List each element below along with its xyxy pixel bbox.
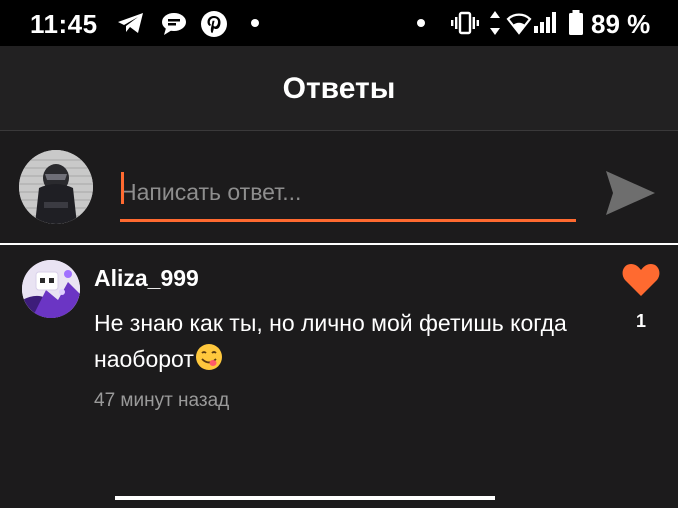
- header: Ответы: [0, 46, 678, 131]
- cut-off-text: [115, 490, 495, 508]
- screen: 11:45 89 % Ответы Написать ответ... Aliz…: [0, 0, 678, 508]
- vibrate-icon: [451, 11, 479, 35]
- like-count: 1: [635, 311, 646, 331]
- avatar[interactable]: [22, 260, 80, 318]
- comment-author[interactable]: Aliza_999: [94, 265, 199, 292]
- chat-bubble-icon: [162, 13, 186, 35]
- reply-input[interactable]: [120, 166, 576, 222]
- data-arrows-icon: [490, 11, 500, 35]
- status-time: 11:45: [30, 9, 98, 39]
- page-title: Ответы: [282, 72, 396, 105]
- heart-icon[interactable]: [621, 262, 661, 298]
- battery-percent: 89 %: [591, 9, 651, 39]
- list-item: Aliza_999 Не знаю как ты, но лично мой ф…: [0, 245, 678, 445]
- notification-dot-icon: [251, 19, 259, 27]
- status-bar: 11:45 89 %: [0, 0, 678, 46]
- wifi-icon: [506, 13, 532, 35]
- comment-timestamp: 47 минут назад: [94, 390, 230, 411]
- telegram-icon: [118, 13, 143, 33]
- avatar[interactable]: [19, 150, 93, 224]
- comment-text: Не знаю как ты, но лично мой фетишь когд…: [94, 305, 574, 377]
- reply-composer: [0, 131, 678, 245]
- notification-dot-icon: [417, 19, 425, 27]
- battery-icon: [569, 10, 583, 35]
- face-savoring-food-emoji: [195, 344, 222, 370]
- signal-icon: [534, 12, 556, 33]
- send-icon[interactable]: [603, 168, 657, 218]
- comment-body: Не знаю как ты, но лично мой фетишь когд…: [94, 310, 567, 372]
- avatar-image: [19, 150, 93, 224]
- text-cursor: [121, 172, 124, 204]
- avatar-image: [22, 260, 80, 318]
- pinterest-icon: [201, 11, 227, 37]
